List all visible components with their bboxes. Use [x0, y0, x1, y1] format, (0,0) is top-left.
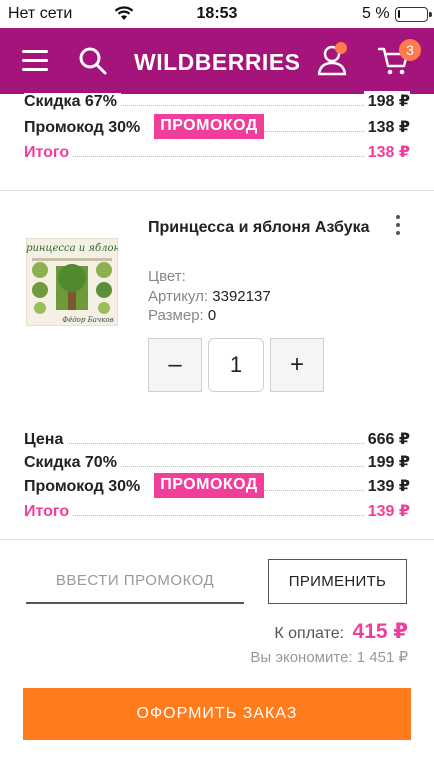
discount-value: 199 ₽: [363, 452, 410, 472]
promo-code-input[interactable]: [26, 560, 244, 600]
total-label: Итого: [24, 144, 74, 162]
to-pay-label: К оплате:: [274, 625, 345, 642]
status-bar: Нет сети 18:53 5 %: [0, 0, 434, 28]
item1-price-summary: Скидка 67% 198 ₽ Промокод 30% ПРОМОКОД 1…: [24, 89, 410, 162]
brand-logo[interactable]: WILDBERRIES: [134, 49, 301, 76]
promo-label: Промокод 30%: [24, 478, 145, 496]
decrease-quantity-button[interactable]: –: [148, 338, 202, 392]
product-size: Размер: 0: [148, 307, 216, 324]
discount-value: 198 ₽: [363, 91, 410, 111]
product-title[interactable]: Принцесса и яблоня Азбука: [148, 218, 378, 238]
product-color: Цвет:: [148, 268, 186, 285]
article-value: 3392137: [212, 288, 271, 305]
to-pay-summary: К оплате: 415 ₽: [274, 619, 408, 644]
color-label: Цвет:: [148, 268, 186, 285]
menu-icon[interactable]: [22, 50, 48, 72]
item2-total-row: Итого 139 ₽: [24, 498, 410, 521]
promo-value: 139 ₽: [363, 476, 410, 496]
battery-percent: 5 %: [362, 5, 390, 22]
product-image[interactable]: Принцесса и яблоня Фёдор Бачков: [16, 237, 127, 327]
app-header: WILDBERRIES 3: [0, 28, 434, 94]
product-image-author: Фёдор Бачков: [62, 316, 113, 324]
article-label: Артикул:: [148, 288, 209, 305]
size-value: 0: [207, 307, 217, 324]
total-value: 139 ₽: [363, 501, 410, 521]
savings-text: Вы экономите: 1 451 ₽: [250, 649, 408, 666]
item1-promo-row: Промокод 30% ПРОМОКОД 138 ₽: [24, 113, 410, 139]
total-value: 138 ₽: [363, 142, 410, 162]
product-image-title: Принцесса и яблоня: [26, 243, 118, 254]
product-article: Артикул: 3392137: [148, 288, 271, 305]
discount-label: Скидка 70%: [24, 454, 121, 472]
checkout-button[interactable]: ОФОРМИТЬ ЗАКАЗ: [23, 688, 411, 740]
increase-quantity-button[interactable]: +: [270, 338, 324, 392]
notification-dot: [335, 42, 347, 54]
total-label: Итого: [24, 503, 74, 521]
item1-total-row: Итого 138 ₽: [24, 139, 410, 162]
to-pay-amount: 415 ₽: [352, 620, 408, 643]
discount-label: Скидка 67%: [24, 93, 121, 111]
item1-discount-row: Скидка 67% 198 ₽: [24, 89, 410, 113]
item2-price-summary: Цена 666 ₽ Скидка 70% 199 ₽ Промокод 30%…: [24, 426, 410, 521]
promo-code-field: [26, 560, 244, 604]
promo-badge: ПРОМОКОД: [154, 473, 264, 498]
promo-value: 138 ₽: [363, 117, 410, 137]
item2-price-row: Цена 666 ₽: [24, 426, 410, 449]
item2-discount-row: Скидка 70% 199 ₽: [24, 449, 410, 472]
cart-count-badge: 3: [399, 39, 421, 61]
price-label: Цена: [24, 431, 68, 449]
more-options-icon[interactable]: [396, 215, 402, 239]
divider: [0, 539, 434, 540]
price-value: 666 ₽: [363, 429, 410, 449]
battery-icon: [395, 7, 432, 22]
search-icon[interactable]: [78, 46, 108, 81]
promo-badge: ПРОМОКОД: [154, 114, 264, 139]
item2-promo-row: Промокод 30% ПРОМОКОД 139 ₽: [24, 472, 410, 498]
quantity-field[interactable]: 1: [208, 338, 264, 392]
size-label: Размер:: [148, 307, 204, 324]
apply-promo-button[interactable]: ПРИМЕНИТЬ: [268, 559, 407, 604]
promo-label: Промокод 30%: [24, 119, 145, 137]
divider: [0, 190, 434, 191]
